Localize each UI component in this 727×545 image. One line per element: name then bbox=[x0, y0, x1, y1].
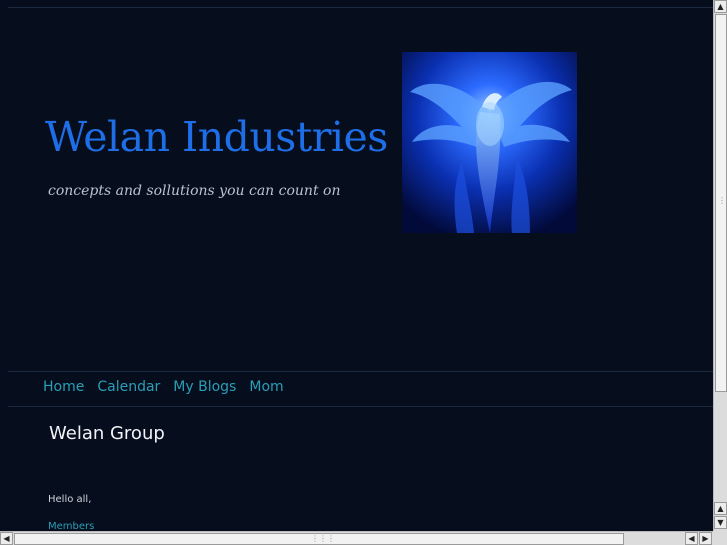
nav-home[interactable]: Home bbox=[43, 379, 84, 395]
site-tagline: concepts and sollutions you can count on bbox=[48, 183, 341, 199]
horizontal-scroll-thumb[interactable]: ⋮⋮⋮ bbox=[14, 533, 624, 545]
nav-calendar[interactable]: Calendar bbox=[97, 379, 160, 395]
nav-mom[interactable]: Mom bbox=[249, 379, 283, 395]
arrow-up-icon[interactable]: ▲ bbox=[714, 502, 727, 515]
horizontal-scrollbar[interactable]: ◀ ⋮⋮⋮ ◀ ▶ bbox=[0, 531, 713, 545]
main-nav: Home Calendar My Blogs Mom bbox=[43, 379, 297, 395]
grip-icon: ⋮⋮⋮ bbox=[311, 534, 335, 543]
phoenix-icon bbox=[402, 52, 577, 233]
page-viewport: Welan Industries concepts and sollutions… bbox=[0, 0, 713, 531]
arrow-up-icon[interactable]: ▲ bbox=[714, 0, 727, 13]
nav-my-blogs[interactable]: My Blogs bbox=[173, 379, 236, 395]
arrow-left-icon[interactable]: ◀ bbox=[0, 532, 13, 545]
phoenix-image bbox=[402, 52, 577, 233]
site-title: Welan Industries bbox=[45, 113, 388, 161]
grip-icon: ⋮⋮ bbox=[718, 196, 727, 205]
vertical-scrollbar[interactable]: ▲ ⋮⋮ ▲ ▼ bbox=[713, 0, 727, 531]
vertical-scroll-thumb[interactable]: ⋮⋮ bbox=[715, 14, 727, 392]
members-link[interactable]: Members bbox=[48, 521, 94, 531]
arrow-left-icon[interactable]: ◀ bbox=[685, 532, 698, 545]
scrollbar-corner bbox=[713, 531, 727, 545]
greeting-text: Hello all, bbox=[48, 494, 92, 505]
nav-bottom-divider bbox=[8, 406, 713, 407]
top-divider bbox=[8, 7, 713, 8]
arrow-down-icon[interactable]: ▼ bbox=[714, 516, 727, 529]
nav-top-divider bbox=[8, 371, 713, 372]
section-title: Welan Group bbox=[49, 423, 165, 444]
arrow-right-icon[interactable]: ▶ bbox=[699, 532, 712, 545]
